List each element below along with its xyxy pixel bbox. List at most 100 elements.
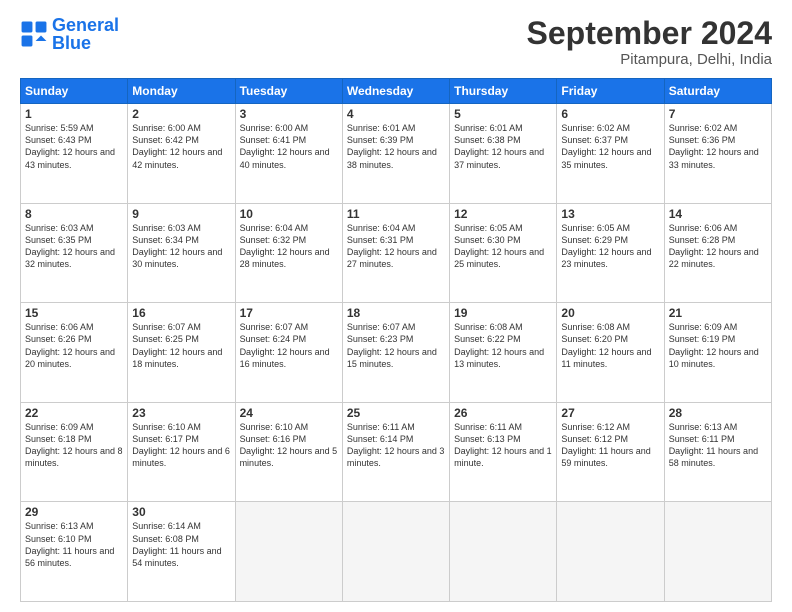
cell-info: Sunrise: 6:10 AMSunset: 6:16 PMDaylight:… [240, 422, 338, 468]
cell-info: Sunrise: 6:05 AMSunset: 6:30 PMDaylight:… [454, 223, 544, 269]
calendar-cell: 16 Sunrise: 6:07 AMSunset: 6:25 PMDayligh… [128, 303, 235, 403]
logo-blue: Blue [52, 33, 91, 53]
calendar-cell: 13 Sunrise: 6:05 AMSunset: 6:29 PMDayligh… [557, 203, 664, 303]
day-number: 10 [240, 207, 338, 221]
cell-info: Sunrise: 6:12 AMSunset: 6:12 PMDaylight:… [561, 422, 650, 468]
weekday-header: Sunday [21, 79, 128, 104]
day-number: 23 [132, 406, 230, 420]
cell-info: Sunrise: 6:13 AMSunset: 6:10 PMDaylight:… [25, 521, 114, 567]
calendar-cell: 19 Sunrise: 6:08 AMSunset: 6:22 PMDayligh… [450, 303, 557, 403]
calendar-cell: 1 Sunrise: 5:59 AMSunset: 6:43 PMDaylight… [21, 104, 128, 204]
cell-info: Sunrise: 6:11 AMSunset: 6:14 PMDaylight:… [347, 422, 445, 468]
calendar-cell: 21 Sunrise: 6:09 AMSunset: 6:19 PMDayligh… [664, 303, 771, 403]
weekday-header: Thursday [450, 79, 557, 104]
title-block: September 2024 Pitampura, Delhi, India [527, 16, 772, 68]
day-number: 13 [561, 207, 659, 221]
cell-info: Sunrise: 6:11 AMSunset: 6:13 PMDaylight:… [454, 422, 552, 468]
weekday-header: Tuesday [235, 79, 342, 104]
calendar-cell: 17Sunrise: 6:07 AMSunset: 6:24 PMDayligh… [235, 303, 342, 403]
cell-info: Sunrise: 6:08 AMSunset: 6:22 PMDaylight:… [454, 322, 544, 368]
weekday-header: Wednesday [342, 79, 449, 104]
logo: GeneralBlue [20, 16, 119, 52]
cell-info: Sunrise: 6:08 AMSunset: 6:20 PMDaylight:… [561, 322, 651, 368]
day-number: 5 [454, 107, 552, 121]
day-number: 21 [669, 306, 767, 320]
calendar-cell: 12 Sunrise: 6:05 AMSunset: 6:30 PMDayligh… [450, 203, 557, 303]
calendar-cell: 9 Sunrise: 6:03 AMSunset: 6:34 PMDaylight… [128, 203, 235, 303]
calendar-cell: 4 Sunrise: 6:01 AMSunset: 6:39 PMDaylight… [342, 104, 449, 204]
calendar-cell: 24 Sunrise: 6:10 AMSunset: 6:16 PMDayligh… [235, 402, 342, 502]
cell-info: Sunrise: 6:00 AMSunset: 6:42 PMDaylight:… [132, 123, 222, 169]
day-number: 14 [669, 207, 767, 221]
calendar-cell: 28 Sunrise: 6:13 AMSunset: 6:11 PMDayligh… [664, 402, 771, 502]
cell-info: Sunrise: 6:07 AMSunset: 6:23 PMDaylight:… [347, 322, 437, 368]
day-number: 8 [25, 207, 123, 221]
calendar-cell: 20 Sunrise: 6:08 AMSunset: 6:20 PMDayligh… [557, 303, 664, 403]
cell-info: Sunrise: 6:04 AMSunset: 6:31 PMDaylight:… [347, 223, 437, 269]
calendar-cell: 25 Sunrise: 6:11 AMSunset: 6:14 PMDayligh… [342, 402, 449, 502]
calendar-cell: 8 Sunrise: 6:03 AMSunset: 6:35 PMDaylight… [21, 203, 128, 303]
day-number: 26 [454, 406, 552, 420]
calendar-cell: 27Sunrise: 6:12 AMSunset: 6:12 PMDayligh… [557, 402, 664, 502]
cell-info: Sunrise: 6:06 AMSunset: 6:28 PMDaylight:… [669, 223, 759, 269]
location: Pitampura, Delhi, India [527, 51, 772, 68]
calendar-cell: 7 Sunrise: 6:02 AMSunset: 6:36 PMDaylight… [664, 104, 771, 204]
cell-info: Sunrise: 6:13 AMSunset: 6:11 PMDaylight:… [669, 422, 758, 468]
logo-icon [20, 20, 48, 48]
logo-general: General [52, 15, 119, 35]
weekday-header: Friday [557, 79, 664, 104]
day-number: 25 [347, 406, 445, 420]
day-number: 30 [132, 505, 230, 519]
logo-text: GeneralBlue [52, 16, 119, 52]
day-number: 24 [240, 406, 338, 420]
calendar-cell: 15Sunrise: 6:06 AMSunset: 6:26 PMDayligh… [21, 303, 128, 403]
calendar-cell [342, 502, 449, 602]
day-number: 3 [240, 107, 338, 121]
day-number: 20 [561, 306, 659, 320]
cell-info: Sunrise: 6:02 AMSunset: 6:36 PMDaylight:… [669, 123, 759, 169]
calendar-cell: 26 Sunrise: 6:11 AMSunset: 6:13 PMDayligh… [450, 402, 557, 502]
header: GeneralBlue September 2024 Pitampura, De… [20, 16, 772, 68]
cell-info: Sunrise: 6:09 AMSunset: 6:19 PMDaylight:… [669, 322, 759, 368]
month-title: September 2024 [527, 16, 772, 51]
calendar-cell: 2Sunrise: 6:00 AMSunset: 6:42 PMDaylight… [128, 104, 235, 204]
day-number: 1 [25, 107, 123, 121]
day-number: 18 [347, 306, 445, 320]
calendar-cell: 14 Sunrise: 6:06 AMSunset: 6:28 PMDayligh… [664, 203, 771, 303]
day-number: 28 [669, 406, 767, 420]
calendar-cell [557, 502, 664, 602]
calendar-cell [450, 502, 557, 602]
calendar-cell: 10 Sunrise: 6:04 AMSunset: 6:32 PMDayligh… [235, 203, 342, 303]
calendar-cell: 22 Sunrise: 6:09 AMSunset: 6:18 PMDayligh… [21, 402, 128, 502]
cell-info: Sunrise: 6:02 AMSunset: 6:37 PMDaylight:… [561, 123, 651, 169]
calendar-cell: 18 Sunrise: 6:07 AMSunset: 6:23 PMDayligh… [342, 303, 449, 403]
day-number: 22 [25, 406, 123, 420]
calendar-cell: 3Sunrise: 6:00 AMSunset: 6:41 PMDaylight… [235, 104, 342, 204]
day-number: 9 [132, 207, 230, 221]
cell-info: Sunrise: 6:07 AMSunset: 6:25 PMDaylight:… [132, 322, 222, 368]
cell-info: Sunrise: 6:03 AMSunset: 6:35 PMDaylight:… [25, 223, 115, 269]
calendar-cell: 23Sunrise: 6:10 AMSunset: 6:17 PMDayligh… [128, 402, 235, 502]
cell-info: Sunrise: 6:01 AMSunset: 6:39 PMDaylight:… [347, 123, 437, 169]
calendar-cell: 29Sunrise: 6:13 AMSunset: 6:10 PMDayligh… [21, 502, 128, 602]
day-number: 17 [240, 306, 338, 320]
cell-info: Sunrise: 6:03 AMSunset: 6:34 PMDaylight:… [132, 223, 222, 269]
calendar-cell: 30 Sunrise: 6:14 AMSunset: 6:08 PMDayligh… [128, 502, 235, 602]
cell-info: Sunrise: 6:09 AMSunset: 6:18 PMDaylight:… [25, 422, 123, 468]
weekday-header: Saturday [664, 79, 771, 104]
day-number: 7 [669, 107, 767, 121]
cell-info: Sunrise: 6:01 AMSunset: 6:38 PMDaylight:… [454, 123, 544, 169]
cell-info: Sunrise: 6:14 AMSunset: 6:08 PMDaylight:… [132, 521, 221, 567]
day-number: 4 [347, 107, 445, 121]
cell-info: Sunrise: 6:05 AMSunset: 6:29 PMDaylight:… [561, 223, 651, 269]
calendar-cell: 5 Sunrise: 6:01 AMSunset: 6:38 PMDaylight… [450, 104, 557, 204]
day-number: 11 [347, 207, 445, 221]
day-number: 6 [561, 107, 659, 121]
day-number: 12 [454, 207, 552, 221]
calendar-cell [235, 502, 342, 602]
cell-info: Sunrise: 5:59 AMSunset: 6:43 PMDaylight:… [25, 123, 115, 169]
day-number: 16 [132, 306, 230, 320]
day-number: 19 [454, 306, 552, 320]
cell-info: Sunrise: 6:04 AMSunset: 6:32 PMDaylight:… [240, 223, 330, 269]
calendar-cell [664, 502, 771, 602]
